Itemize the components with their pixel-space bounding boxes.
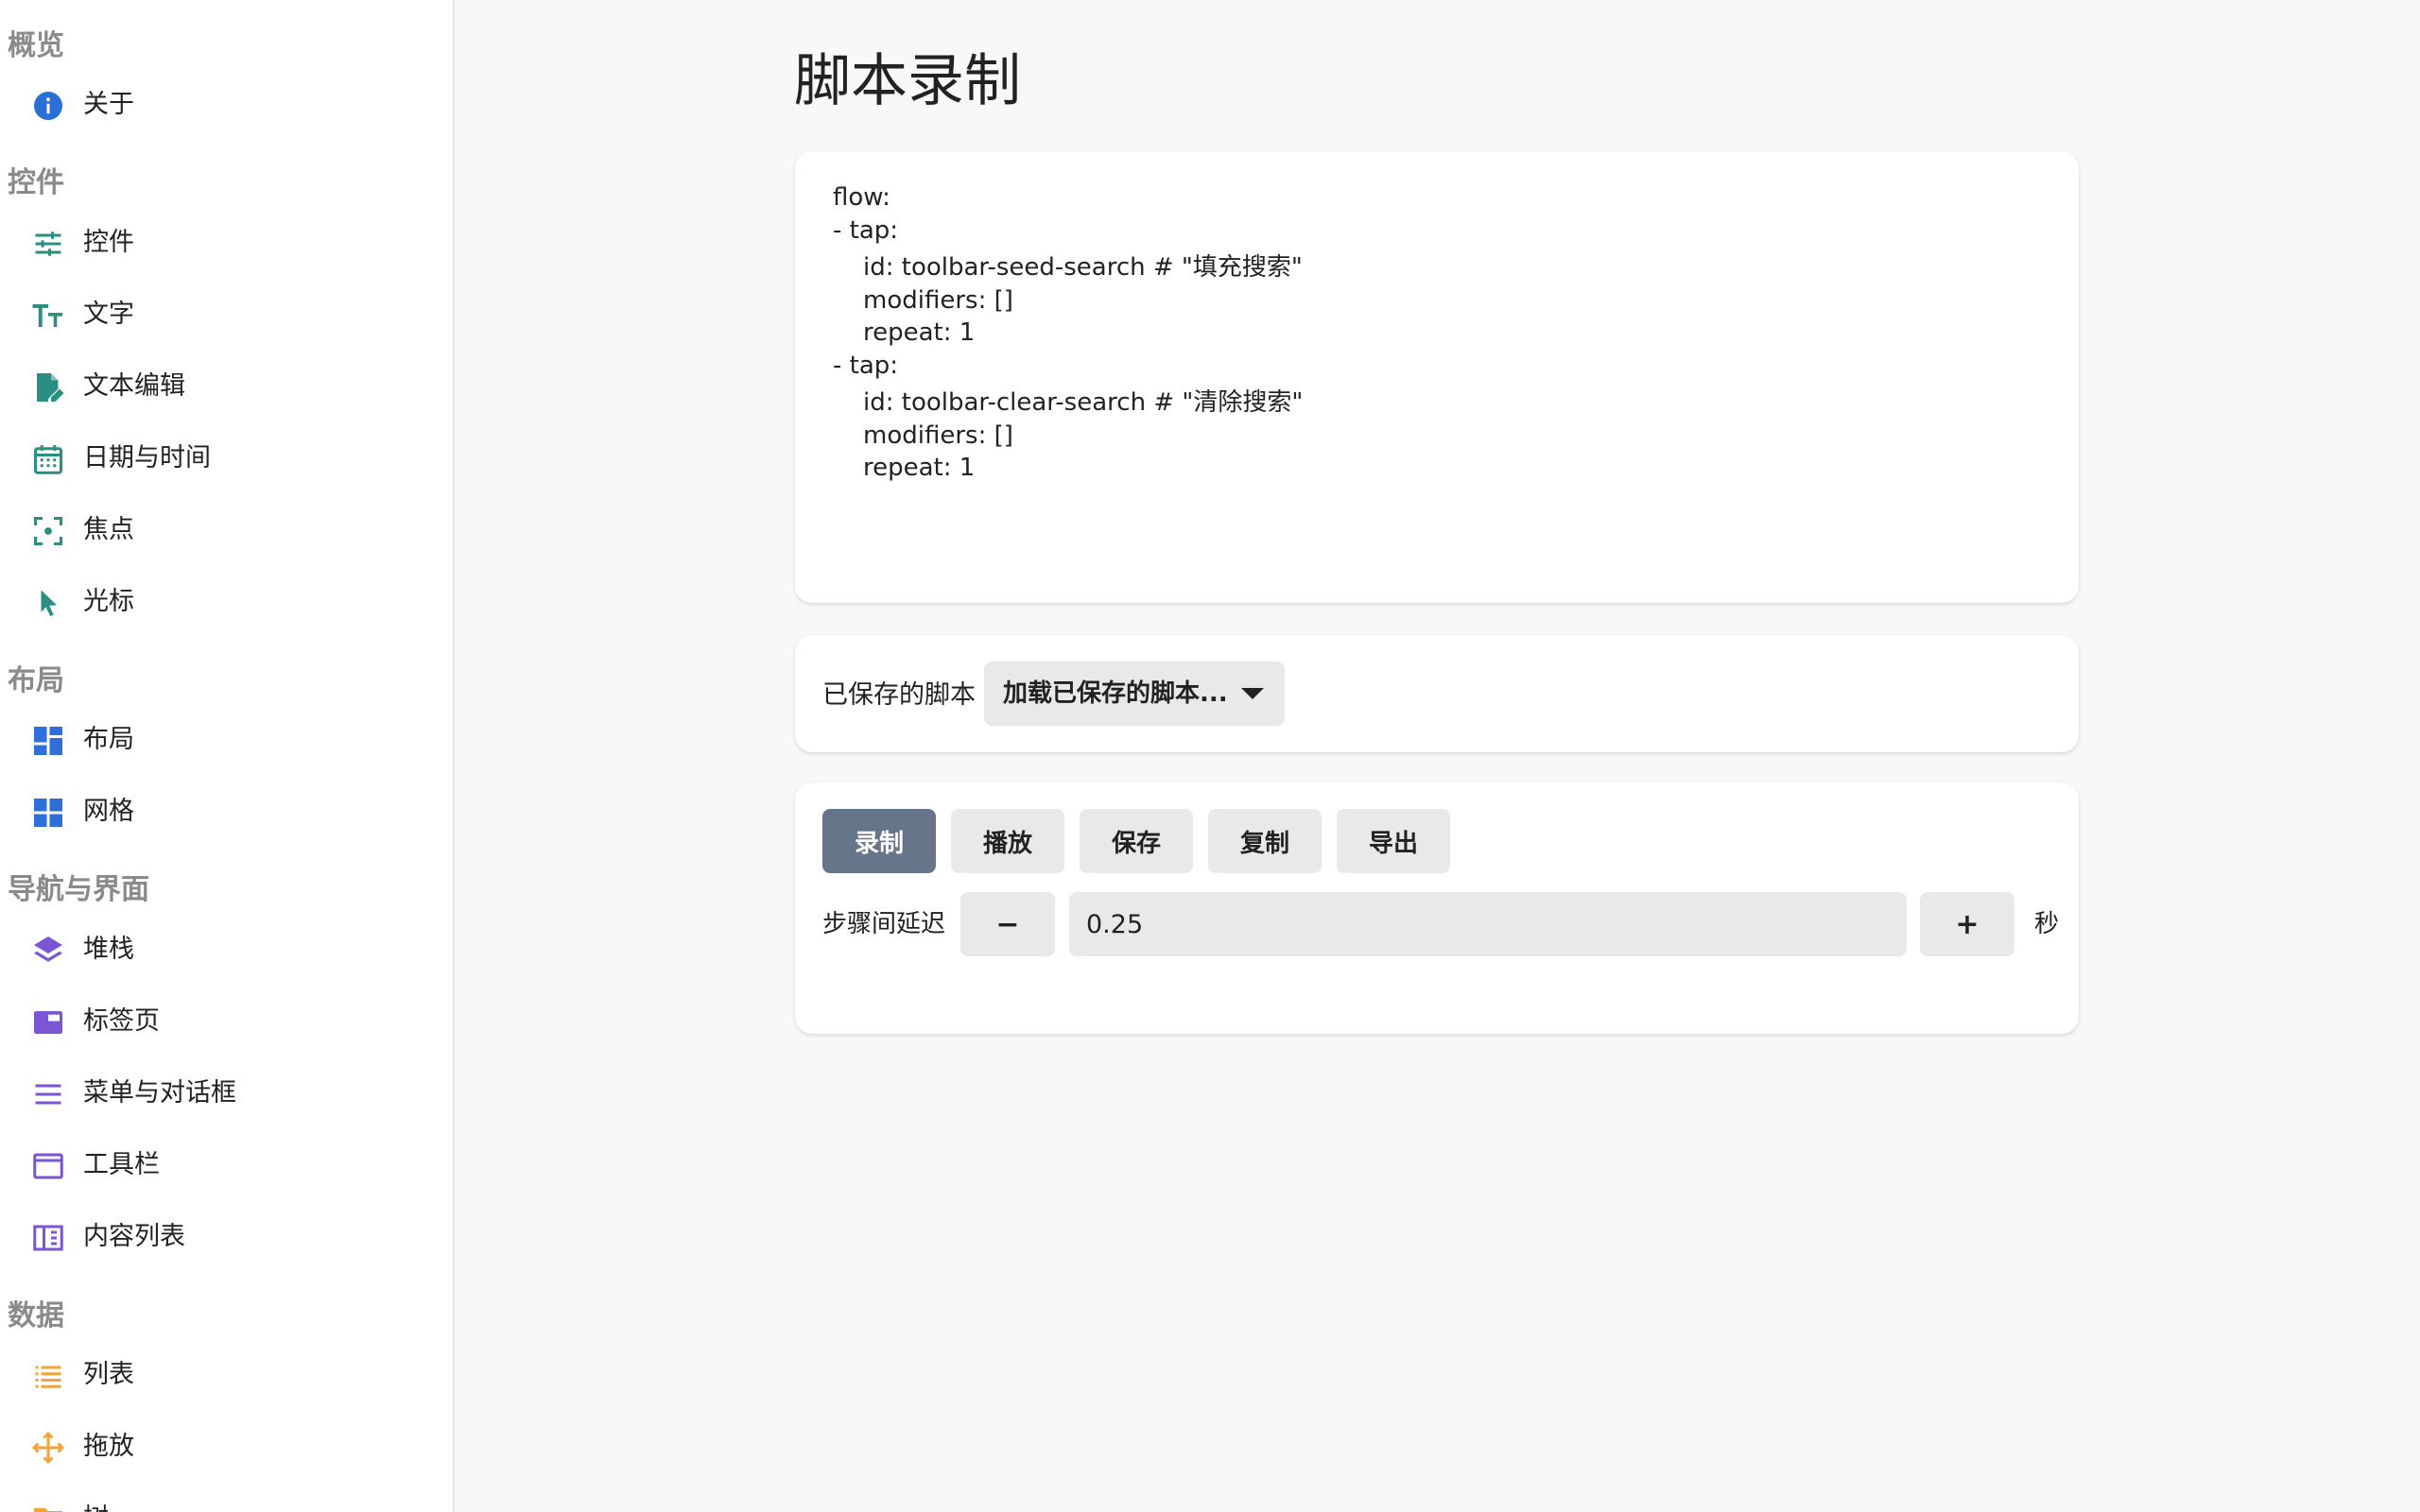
cursor-icon (30, 585, 66, 621)
script-line: repeat: 1 (863, 318, 976, 347)
sidebar-item-controls[interactable]: 控件 (0, 213, 453, 273)
sidebar-item-label: 内容列表 (83, 1222, 185, 1251)
sidebar-item-text-editing[interactable]: 文本编辑 (0, 356, 453, 417)
decrement-button[interactable]: − (960, 892, 1055, 956)
sidebar-item-list[interactable]: 列表 (0, 1345, 453, 1405)
sidebar-item-label: 光标 (83, 587, 134, 616)
section-header-navigation: 导航与界面 (8, 873, 149, 906)
sidebar-item-tabs[interactable]: 标签页 (0, 991, 453, 1052)
script-line: id: toolbar-seed-search # "填充搜索" (863, 253, 1303, 282)
sidebar-item-label: 树 (83, 1500, 109, 1512)
step-delay-input[interactable] (1069, 892, 1907, 956)
record-button[interactable]: 录制 (822, 809, 936, 873)
split-view-icon (30, 1220, 66, 1256)
script-line: - tap: (833, 351, 899, 380)
sliders-icon (30, 226, 66, 262)
step-delay-label: 步骤间延迟 (822, 910, 946, 938)
sidebar-item-menus-dialogs[interactable]: 菜单与对话框 (0, 1063, 453, 1124)
sidebar-item-text[interactable]: 文字 (0, 284, 453, 345)
section-header-overview: 概览 (8, 29, 64, 62)
app-window: 概览 关于 控件 控件 文字 文本编辑 日期与时间 焦点 光标 布局 布局 网格… (0, 0, 2420, 1512)
increment-button[interactable]: + (1920, 892, 2014, 956)
sidebar-item-label: 布局 (83, 725, 134, 754)
saved-scripts-card: 已保存的脚本 加载已保存的脚本... (795, 635, 2079, 752)
text-size-icon (30, 298, 66, 334)
script-line: - tap: (833, 215, 899, 245)
grid-icon (30, 795, 66, 831)
dropdown-value: 加载已保存的脚本... (1003, 679, 1228, 708)
delay-unit-label: 秒 (2034, 910, 2060, 938)
sidebar-item-label: 拖放 (83, 1432, 134, 1461)
sidebar-item-label: 菜单与对话框 (83, 1078, 236, 1108)
script-line: modifiers: [] (863, 421, 1013, 450)
sidebar-item-label: 网格 (83, 797, 134, 826)
sidebar-item-toolbar[interactable]: 工具栏 (0, 1135, 453, 1195)
sidebar-item-label: 工具栏 (83, 1150, 160, 1179)
save-button[interactable]: 保存 (1080, 809, 1193, 873)
copy-button[interactable]: 复制 (1208, 809, 1322, 873)
chevron-down-icon (1241, 688, 1264, 699)
calendar-icon (30, 441, 66, 477)
list-icon (30, 1358, 66, 1394)
sidebar-item-label: 焦点 (83, 515, 134, 544)
section-header-data: 数据 (8, 1299, 64, 1332)
edit-document-icon (30, 369, 66, 405)
sidebar: 概览 关于 控件 控件 文字 文本编辑 日期与时间 焦点 光标 布局 布局 网格… (0, 0, 455, 1512)
sidebar-item-focus[interactable]: 焦点 (0, 500, 453, 560)
main-content: 脚本录制 flow: - tap: id: toolbar-seed-searc… (455, 0, 2420, 1512)
layers-icon (30, 933, 66, 969)
folder-icon (30, 1502, 66, 1512)
script-text[interactable]: flow: - tap: id: toolbar-seed-search # "… (833, 181, 1303, 485)
sidebar-item-label: 标签页 (83, 1006, 160, 1036)
dashboard-icon (30, 723, 66, 759)
sidebar-item-label: 列表 (83, 1360, 134, 1389)
sidebar-item-date-time[interactable]: 日期与时间 (0, 428, 453, 489)
saved-scripts-label: 已保存的脚本 (822, 680, 976, 710)
sidebar-item-tree[interactable]: 树 (0, 1488, 453, 1512)
drag-move-icon (30, 1430, 66, 1466)
sidebar-item-label: 堆栈 (83, 935, 134, 964)
export-button[interactable]: 导出 (1337, 809, 1450, 873)
sidebar-item-label: 日期与时间 (83, 443, 211, 472)
sidebar-item-label: 文字 (83, 300, 134, 329)
sidebar-item-grid[interactable]: 网格 (0, 782, 453, 842)
controls-card: 录制 播放 保存 复制 导出 步骤间延迟 − + 秒 (795, 782, 2079, 1034)
sidebar-item-drag-drop[interactable]: 拖放 (0, 1417, 453, 1477)
sidebar-item-label: 关于 (83, 90, 134, 119)
script-line: flow: (833, 183, 890, 212)
page-title: 脚本录制 (794, 48, 1021, 114)
play-button[interactable]: 播放 (951, 809, 1064, 873)
tab-icon (30, 1005, 66, 1040)
sidebar-item-cursor[interactable]: 光标 (0, 572, 453, 632)
menu-icon (30, 1076, 66, 1112)
sidebar-item-label: 控件 (83, 228, 134, 257)
sidebar-item-layout[interactable]: 布局 (0, 710, 453, 770)
script-line: modifiers: [] (863, 285, 1013, 315)
window-icon (30, 1148, 66, 1184)
info-icon (30, 88, 66, 124)
script-line: id: toolbar-clear-search # "清除搜索" (863, 388, 1304, 417)
focus-icon (30, 513, 66, 549)
sidebar-item-stack[interactable]: 堆栈 (0, 919, 453, 980)
sidebar-item-about[interactable]: 关于 (0, 75, 453, 135)
section-header-layout: 布局 (8, 664, 64, 697)
section-header-controls: 控件 (8, 166, 64, 199)
saved-scripts-dropdown[interactable]: 加载已保存的脚本... (984, 662, 1285, 726)
script-line: repeat: 1 (863, 454, 976, 482)
script-editor[interactable]: flow: - tap: id: toolbar-seed-search # "… (795, 151, 2079, 603)
sidebar-item-label: 文本编辑 (83, 371, 185, 401)
sidebar-item-content-list[interactable]: 内容列表 (0, 1207, 453, 1267)
